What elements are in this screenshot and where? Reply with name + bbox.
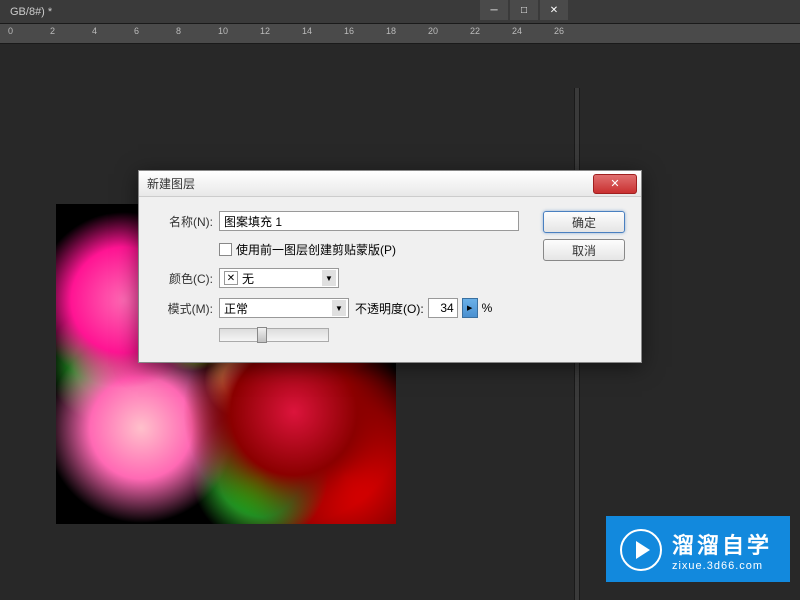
document-tab-bar: GB/8#) * (0, 0, 800, 24)
ruler-tick: 14 (302, 26, 312, 36)
slider-thumb[interactable] (257, 327, 267, 343)
ruler-tick: 16 (344, 26, 354, 36)
ruler-tick: 20 (428, 26, 438, 36)
window-controls: ─ □ ✕ (480, 0, 568, 20)
maximize-button[interactable]: □ (510, 0, 538, 20)
close-button[interactable]: ✕ (540, 0, 568, 20)
dialog-form: 名称(N): 使用前一图层创建剪贴蒙版(P) 颜色(C): ✕ 无 ▼ (155, 211, 531, 342)
clipping-mask-label: 使用前一图层创建剪贴蒙版(P) (236, 241, 396, 258)
opacity-slider[interactable] (219, 328, 329, 342)
play-icon (620, 529, 662, 571)
dialog-titlebar[interactable]: 新建图层 ✕ (139, 171, 641, 197)
ruler-tick: 2 (50, 26, 55, 36)
opacity-group: 不透明度(O): ▶ % (355, 298, 492, 318)
watermark-subtitle: zixue.3d66.com (672, 560, 772, 572)
name-input[interactable] (219, 211, 519, 231)
ruler-tick: 18 (386, 26, 396, 36)
ruler-tick: 12 (260, 26, 270, 36)
watermark-title: 溜溜自学 (672, 528, 772, 560)
ruler-tick: 22 (470, 26, 480, 36)
document-tab[interactable]: GB/8#) * (0, 2, 62, 22)
name-label: 名称(N): (155, 213, 213, 230)
dialog-buttons: 确定 取消 (543, 211, 625, 342)
clipping-mask-row: 使用前一图层创建剪贴蒙版(P) (155, 241, 531, 258)
ruler-tick: 10 (218, 26, 228, 36)
dialog-body: 名称(N): 使用前一图层创建剪贴蒙版(P) 颜色(C): ✕ 无 ▼ (139, 197, 641, 362)
opacity-flyout-button[interactable]: ▶ (462, 298, 478, 318)
dialog-close-button[interactable]: ✕ (593, 174, 637, 194)
minimize-button[interactable]: ─ (480, 0, 508, 20)
watermark: 溜溜自学 zixue.3d66.com (606, 516, 790, 582)
new-layer-dialog: 新建图层 ✕ 名称(N): 使用前一图层创建剪贴蒙版(P) 颜色(C): ✕ 无 (138, 170, 642, 363)
ruler-tick: 6 (134, 26, 139, 36)
ruler-tick: 24 (512, 26, 522, 36)
color-row: 颜色(C): ✕ 无 ▼ (155, 268, 531, 288)
opacity-input[interactable] (428, 298, 458, 318)
chevron-down-icon: ▼ (332, 300, 346, 316)
ruler-tick: 0 (8, 26, 13, 36)
color-value: 无 (242, 270, 254, 287)
clipping-mask-checkbox[interactable] (219, 243, 232, 256)
opacity-label: 不透明度(O): (355, 300, 424, 317)
color-select[interactable]: ✕ 无 ▼ (219, 268, 339, 288)
ruler-tick: 4 (92, 26, 97, 36)
chevron-down-icon: ▼ (322, 270, 336, 286)
none-swatch-icon: ✕ (224, 271, 238, 285)
ok-button[interactable]: 确定 (543, 211, 625, 233)
horizontal-ruler: 0 2 4 6 8 10 12 14 16 18 20 22 24 26 (0, 24, 800, 44)
mode-row: 模式(M): 正常 ▼ 不透明度(O): ▶ % (155, 298, 531, 318)
watermark-text: 溜溜自学 zixue.3d66.com (672, 528, 772, 572)
opacity-unit: % (482, 301, 493, 315)
name-row: 名称(N): (155, 211, 531, 231)
ruler-tick: 26 (554, 26, 564, 36)
dialog-title: 新建图层 (147, 175, 195, 192)
mode-value: 正常 (224, 300, 248, 317)
mode-label: 模式(M): (155, 300, 213, 317)
cancel-button[interactable]: 取消 (543, 239, 625, 261)
color-label: 颜色(C): (155, 270, 213, 287)
mode-select[interactable]: 正常 ▼ (219, 298, 349, 318)
ruler-tick: 8 (176, 26, 181, 36)
